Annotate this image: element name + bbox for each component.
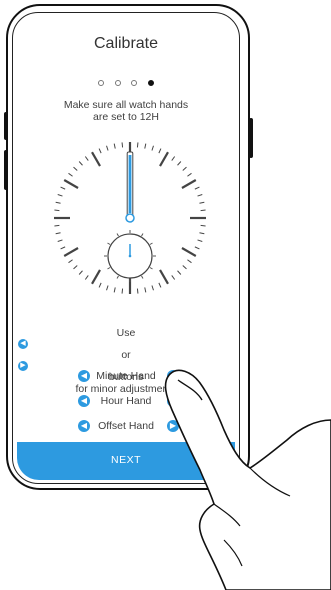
hand-shape [164,369,331,590]
pointing-hand-illustration [164,369,331,590]
